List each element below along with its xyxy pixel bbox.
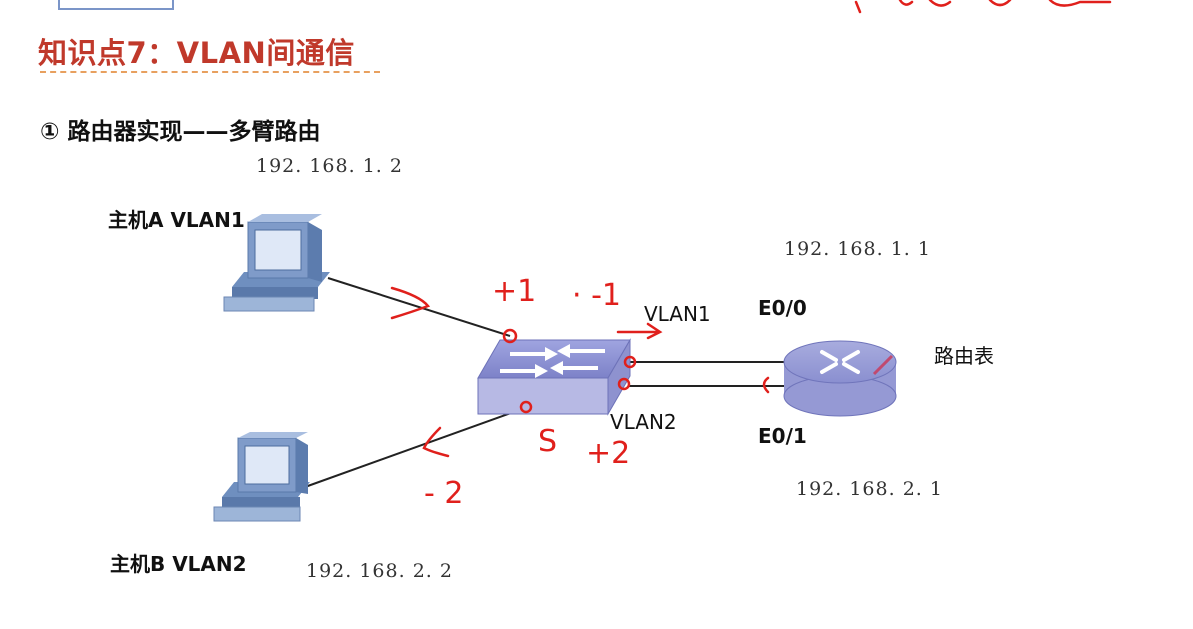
host-a-label: 主机A VLAN1 — [108, 208, 245, 232]
annotation-minus2: - 2 — [424, 476, 464, 511]
vlan2-label: VLAN2 — [610, 410, 677, 434]
router-icon — [783, 340, 897, 417]
link-hostB-switch — [304, 407, 526, 488]
annotation-plus2: +2 — [586, 436, 631, 471]
annotation-plus1: +1 — [492, 274, 537, 309]
router-e00-ip: 192. 168. 1. 1 — [784, 238, 931, 260]
annotation-s: S — [538, 424, 558, 459]
host-b-computer-icon — [213, 432, 310, 522]
network-diagram — [213, 0, 1112, 522]
switch-icon — [477, 338, 631, 416]
router-port-e00: E0/0 — [758, 296, 807, 320]
routing-table-label: 路由表 — [934, 344, 994, 368]
router-e01-ip: 192. 168. 2. 1 — [796, 478, 943, 500]
annotation-minus1: · -1 — [572, 278, 621, 313]
link-hostA-switch — [327, 277, 511, 337]
host-b-ip: 192. 168. 2. 2 — [306, 560, 453, 582]
router-port-e01: E0/1 — [758, 424, 807, 448]
host-b-label: 主机B VLAN2 — [110, 552, 247, 576]
host-a-ip: 192. 168. 1. 2 — [256, 155, 403, 177]
vlan1-label: VLAN1 — [644, 302, 711, 326]
